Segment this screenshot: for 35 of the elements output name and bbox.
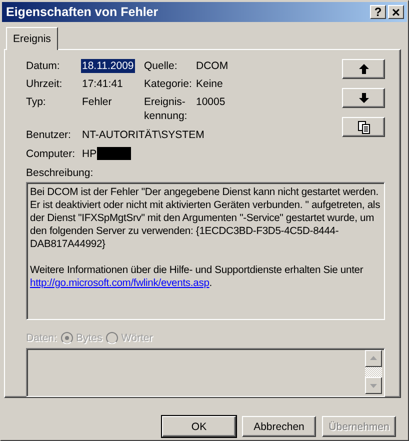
field-label: Computer: xyxy=(26,147,76,161)
scrollbar[interactable] xyxy=(365,350,382,394)
section-label: Beschreibung: xyxy=(26,166,94,180)
field-value: 17:41:41 xyxy=(82,77,124,91)
up-arrow-icon xyxy=(358,64,368,74)
dialog-button[interactable]: OK xyxy=(162,416,236,437)
field-value: 10005 xyxy=(196,95,226,110)
description-text: Weitere Informationen über die Hilfe- und Supportdienste erhalten Sie unter http://go.microsoft.com/fwlink/events.asp. xyxy=(30,264,364,290)
field-label: Datum: xyxy=(26,59,61,73)
dialog-button[interactable]: Abbrechen xyxy=(242,416,316,437)
next-button[interactable] xyxy=(342,88,385,108)
field-label: Quelle: xyxy=(144,59,178,73)
down-arrow-icon xyxy=(358,93,368,103)
scroll-up-icon xyxy=(370,356,377,360)
window-title: Eigenschaften von Fehler xyxy=(6,5,160,19)
field-label: Ereignis-kennung: xyxy=(144,95,188,123)
copy-icon xyxy=(358,120,370,134)
help-link[interactable]: http://go.microsoft.com/fwlink/events.asp xyxy=(30,278,210,289)
scroll-down-icon xyxy=(370,384,377,388)
field-label: Uhrzeit: xyxy=(26,77,64,91)
field-value: NT-AUTORITÄT\SYSTEM xyxy=(82,128,204,142)
previous-button[interactable] xyxy=(342,59,385,79)
field-value: HP xyxy=(82,147,97,161)
field-value: Fehler xyxy=(82,95,113,110)
help-button[interactable]: ? xyxy=(370,5,386,19)
field-value: Keine xyxy=(196,77,224,91)
field-label: Typ: xyxy=(26,95,47,110)
field-value: DCOM xyxy=(196,59,230,73)
close-button[interactable]: × xyxy=(388,5,404,19)
field-label: Kategorie: xyxy=(144,77,193,91)
field-label: Benutzer: xyxy=(26,128,72,142)
copy-button[interactable] xyxy=(342,117,385,137)
tab[interactable]: Ereignis xyxy=(6,27,58,50)
description-text: Bei DCOM ist der Fehler "Der angegebene Dienst kann nicht gestartet werden. Er ist deaktiviert oder nicht mit aktivierten Geräten verbunden. " aufgetreten, als der Dienst "IFXSpMgtSrv" mit den Argumenten "-Service" gestartet wurde, um den folgenden Server zu verwenden: {1ECDC3BD-F3D5-4C5D-8444-DAB817A44992} xyxy=(30,186,382,251)
field-value: 18.11.2009 xyxy=(81,59,135,73)
